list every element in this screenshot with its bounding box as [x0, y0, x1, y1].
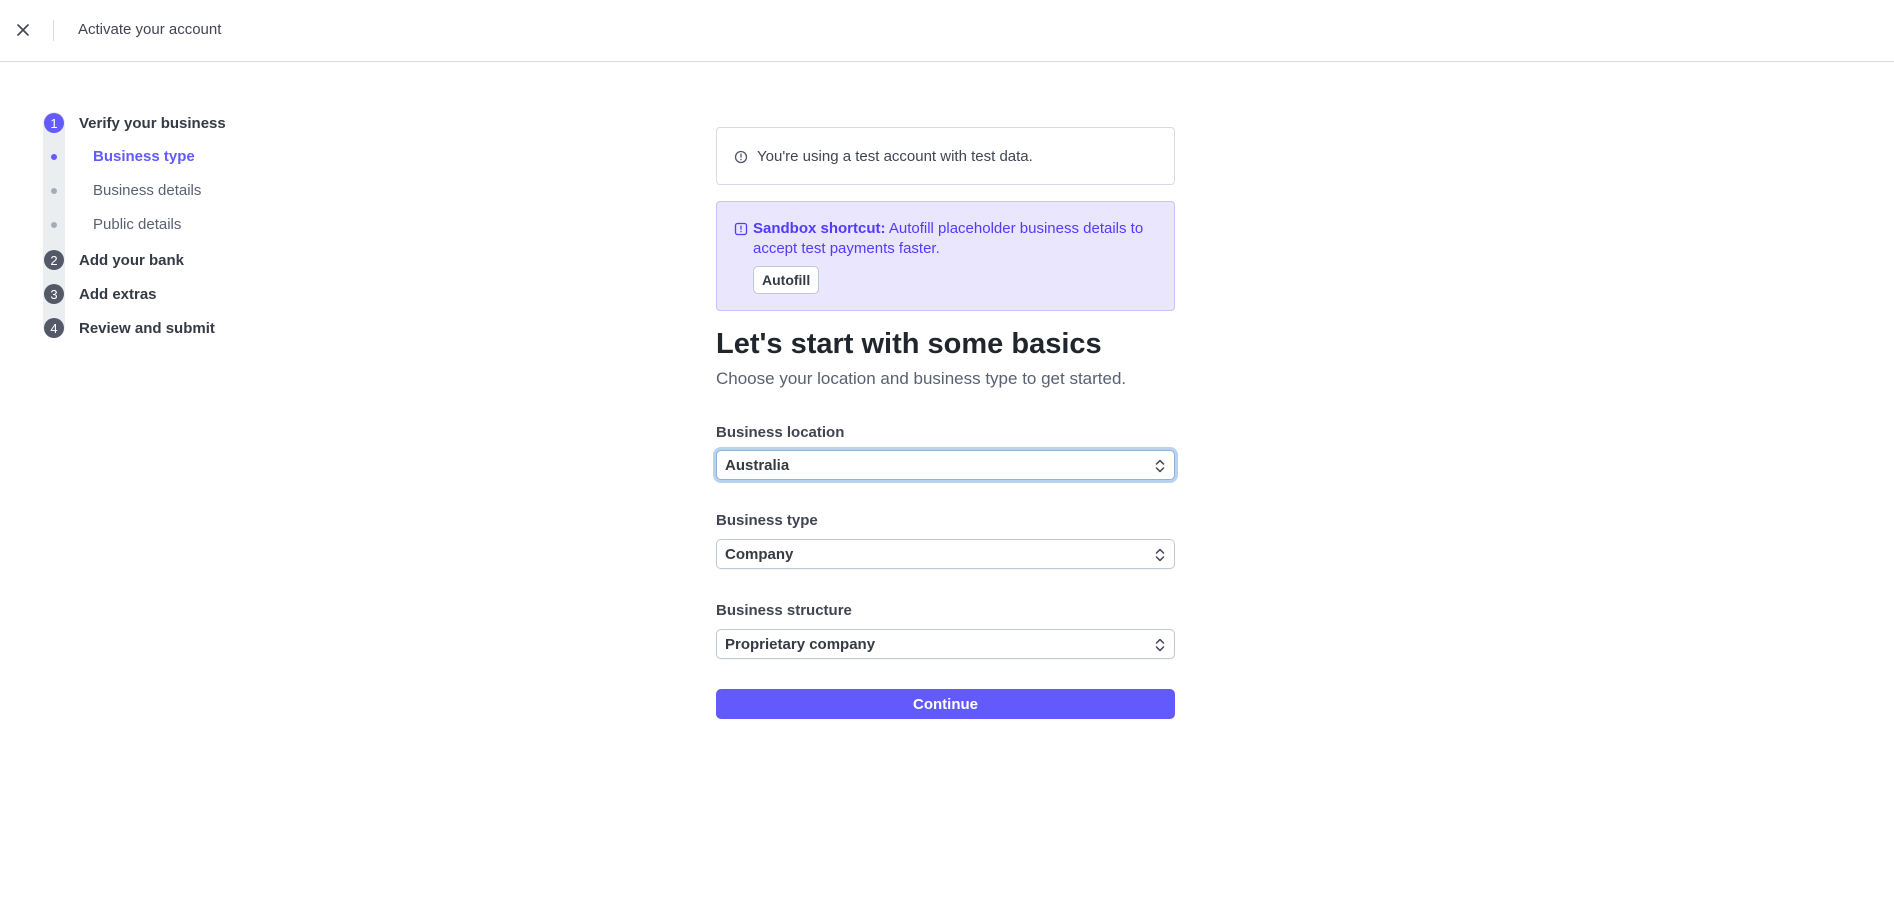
autofill-button[interactable]: Autofill	[753, 266, 820, 294]
chevron-up-down-icon	[1155, 548, 1165, 562]
sandbox-title: Sandbox shortcut:	[753, 220, 886, 237]
header-divider	[53, 20, 54, 41]
close-icon[interactable]	[14, 19, 32, 41]
substep-business-details[interactable]: Business details	[43, 180, 343, 202]
select-value: Proprietary company	[725, 635, 876, 653]
business-type-label: Business type	[716, 512, 818, 529]
step-add-bank[interactable]: 2 Add your bank	[43, 249, 184, 271]
business-structure-select[interactable]: Proprietary company	[716, 629, 1175, 659]
step-add-extras[interactable]: 3 Add extras	[43, 283, 157, 305]
continue-button[interactable]: Continue	[716, 689, 1175, 719]
select-value: Australia	[725, 456, 790, 474]
substep-label: Public details	[93, 216, 182, 233]
step-verify-business[interactable]: 1 Verify your business	[43, 112, 226, 134]
sandbox-text: Sandbox shortcut: Autofill placeholder b…	[753, 219, 1153, 259]
business-structure-label: Business structure	[716, 602, 852, 619]
business-type-select[interactable]: Company	[716, 539, 1175, 569]
form-heading: Let's start with some basics	[716, 328, 1102, 360]
chevron-up-down-icon	[1155, 638, 1165, 652]
step-number: 1	[44, 113, 64, 133]
form-subheading: Choose your location and business type t…	[716, 369, 1127, 388]
substep-business-type[interactable]: Business type	[43, 146, 343, 168]
info-circle-icon	[734, 150, 748, 164]
select-value: Company	[725, 545, 794, 563]
step-label: Verify your business	[79, 114, 226, 132]
step-label: Review and submit	[79, 319, 215, 337]
step-number: 4	[44, 318, 64, 338]
business-location-select[interactable]: Australia	[716, 450, 1175, 480]
substep-label: Business details	[93, 182, 202, 199]
step-label: Add your bank	[79, 251, 185, 269]
substep-dot	[51, 222, 57, 228]
notice-text: You're using a test account with test da…	[757, 148, 1033, 165]
step-number: 3	[44, 284, 64, 304]
substep-dot	[51, 154, 57, 160]
step-review-submit[interactable]: 4 Review and submit	[43, 317, 215, 339]
substep-dot	[51, 188, 57, 194]
sandbox-banner: Sandbox shortcut: Autofill placeholder b…	[716, 201, 1175, 311]
substep-public-details[interactable]: Public details	[43, 214, 343, 236]
step-number: 2	[44, 250, 64, 270]
step-label: Add extras	[79, 285, 157, 303]
page-title: Activate your account	[78, 21, 222, 38]
substep-label: Business type	[93, 148, 195, 165]
business-location-label: Business location	[716, 424, 845, 441]
top-bar: Activate your account	[0, 0, 1894, 62]
info-square-icon	[734, 222, 748, 236]
chevron-up-down-icon	[1155, 459, 1165, 473]
test-account-notice: You're using a test account with test da…	[716, 127, 1175, 185]
